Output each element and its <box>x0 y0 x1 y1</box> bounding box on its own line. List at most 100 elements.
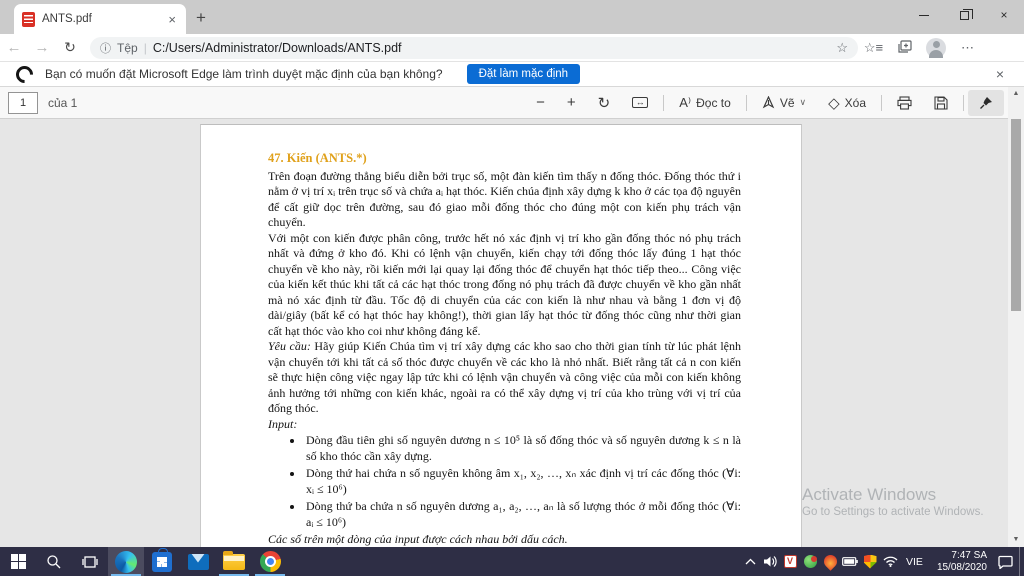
page-info-icon[interactable]: ⓘ <box>100 40 111 56</box>
restore-icon <box>959 8 973 20</box>
close-button[interactable]: × <box>984 0 1024 30</box>
activate-windows-watermark: Activate Windows Go to Settings to activ… <box>802 485 1002 520</box>
taskbar-edge-button[interactable] <box>108 547 144 576</box>
paragraph-statement-1: Trên đoạn đường thẳng biểu diễn bởi trục… <box>268 168 741 230</box>
page-number-input[interactable]: 1 <box>8 91 38 114</box>
zoom-in-button[interactable]: + <box>556 94 587 111</box>
problem-title: 47. Kiến (ANTS.*) <box>268 151 367 165</box>
new-tab-button[interactable]: + <box>196 8 206 28</box>
action-center-icon <box>997 555 1013 569</box>
requirement-body: Hãy giúp Kiến Chúa tìm vị trí xây dựng c… <box>268 339 741 415</box>
tab-ants-pdf[interactable]: ANTS.pdf × <box>14 4 186 34</box>
document-text: 47. Kiến (ANTS.*) Trên đoạn đường thẳng … <box>268 151 741 547</box>
taskbar-store-button[interactable] <box>144 547 180 576</box>
minimize-icon <box>919 14 929 16</box>
vmware-icon: V <box>783 555 797 568</box>
paragraph-statement-2: Với một con kiến được phân công, trước h… <box>268 230 741 338</box>
speaker-icon <box>763 556 777 567</box>
tab-close-icon[interactable]: × <box>166 12 178 27</box>
forward-icon[interactable]: → <box>28 39 56 56</box>
toolbar-divider <box>663 94 665 111</box>
read-aloud-label: Đọc to <box>696 95 731 110</box>
address-bar: ← → ↻ ⓘ Tệp | C:/Users/Administrator/Dow… <box>0 34 1024 62</box>
window-controls: × <box>904 0 1024 30</box>
pdf-page: 47. Kiến (ANTS.*) Trên đoạn đường thẳng … <box>200 124 802 547</box>
settings-menu-icon[interactable]: ⋯ <box>952 40 983 56</box>
back-icon[interactable]: ← <box>0 39 28 56</box>
flame-icon <box>820 552 840 571</box>
edge-icon <box>115 550 137 573</box>
banner-close-icon[interactable]: × <box>996 66 1004 82</box>
minimize-button[interactable] <box>904 0 944 30</box>
draw-button[interactable]: Vẽ ∨ <box>751 96 817 110</box>
taskbar-file-explorer-button[interactable] <box>216 547 252 576</box>
watermark-line1: Activate Windows <box>802 485 937 504</box>
draw-label: Vẽ <box>779 95 795 110</box>
chevron-down-icon[interactable]: ∨ <box>800 97 807 108</box>
read-aloud-button[interactable]: A⁾ Đọc to <box>668 95 742 111</box>
pdf-file-icon <box>22 11 35 27</box>
save-icon <box>934 95 948 110</box>
start-button[interactable] <box>0 547 36 576</box>
toolbar-divider <box>963 94 964 111</box>
toolbar-divider <box>881 94 882 111</box>
erase-button[interactable]: ◇ Xóa <box>817 94 877 112</box>
zoom-out-button[interactable]: − <box>525 94 556 111</box>
tray-vmware-button[interactable]: V <box>780 547 800 576</box>
volume-button[interactable] <box>760 547 780 576</box>
action-center-button[interactable] <box>995 547 1015 576</box>
set-default-button[interactable]: Đặt làm mặc định <box>466 64 581 84</box>
footer-note: Các số trên một dòng của input được cách… <box>268 532 568 546</box>
eraser-icon: ◇ <box>828 94 840 112</box>
task-view-icon <box>82 555 98 568</box>
tab-title: ANTS.pdf <box>42 13 92 25</box>
add-favorite-star-icon[interactable]: ☆ <box>836 40 848 56</box>
file-explorer-icon <box>223 550 245 570</box>
tab-strip: ANTS.pdf × + × <box>0 0 1024 34</box>
pin-toolbar-button[interactable] <box>968 89 1004 116</box>
rotate-button[interactable]: ↻ <box>587 94 622 112</box>
scrollbar-thumb[interactable] <box>1011 119 1021 311</box>
battery-button[interactable] <box>840 547 860 576</box>
windows-security-button[interactable] <box>860 547 880 576</box>
erase-label: Xóa <box>844 95 866 110</box>
chevron-up-icon <box>745 558 755 565</box>
tray-antivirus-button[interactable] <box>800 547 820 576</box>
taskbar: V VIE 7:47 SA 15/08/2020 <box>0 547 1024 576</box>
requirement-lead: Yêu cầu: <box>268 339 311 353</box>
show-desktop-button[interactable] <box>1019 547 1024 576</box>
mail-icon <box>187 553 209 570</box>
taskbar-mail-button[interactable] <box>180 547 216 576</box>
microsoft-store-icon <box>152 547 172 572</box>
restore-button[interactable] <box>944 0 984 30</box>
edge-logo-icon <box>12 61 37 87</box>
url-text: C:/Users/Administrator/Downloads/ANTS.pd… <box>152 40 402 55</box>
scroll-down-icon[interactable]: ▼ <box>1008 533 1024 547</box>
pdf-viewer[interactable]: 47. Kiến (ANTS.*) Trên đoạn đường thẳng … <box>0 119 1008 547</box>
vertical-scrollbar[interactable]: ▲ ▼ <box>1008 87 1024 547</box>
task-view-button[interactable] <box>72 547 108 576</box>
taskbar-chrome-button[interactable] <box>252 547 288 576</box>
protocol-label: Tệp <box>117 40 138 55</box>
print-button[interactable] <box>886 95 923 110</box>
default-browser-banner: Bạn có muốn đặt Microsoft Edge làm trình… <box>0 61 1024 87</box>
language-indicator[interactable]: VIE <box>900 556 929 568</box>
input-spec-list: Dòng đầu tiên ghi số nguyên dương n ≤ 10… <box>268 433 741 530</box>
refresh-icon[interactable]: ↻ <box>56 39 84 56</box>
battery-icon <box>842 557 858 566</box>
chrome-icon <box>259 551 281 572</box>
url-field[interactable]: ⓘ Tệp | C:/Users/Administrator/Downloads… <box>90 36 858 59</box>
collections-icon[interactable] <box>889 39 920 56</box>
favorites-bar-icon[interactable]: ☆≡ <box>858 40 889 56</box>
profile-avatar[interactable] <box>926 37 946 58</box>
fit-to-width-button[interactable]: ↔ <box>621 97 659 108</box>
scroll-up-icon[interactable]: ▲ <box>1008 87 1024 101</box>
tray-utility-button[interactable] <box>820 547 840 576</box>
network-button[interactable] <box>880 547 900 576</box>
save-button[interactable] <box>923 95 959 110</box>
search-icon <box>47 554 61 568</box>
taskbar-search-button[interactable] <box>36 547 72 576</box>
system-tray: V VIE 7:47 SA 15/08/2020 <box>740 547 1024 576</box>
tray-expand-button[interactable] <box>740 547 760 576</box>
taskbar-clock[interactable]: 7:47 SA 15/08/2020 <box>929 550 995 573</box>
